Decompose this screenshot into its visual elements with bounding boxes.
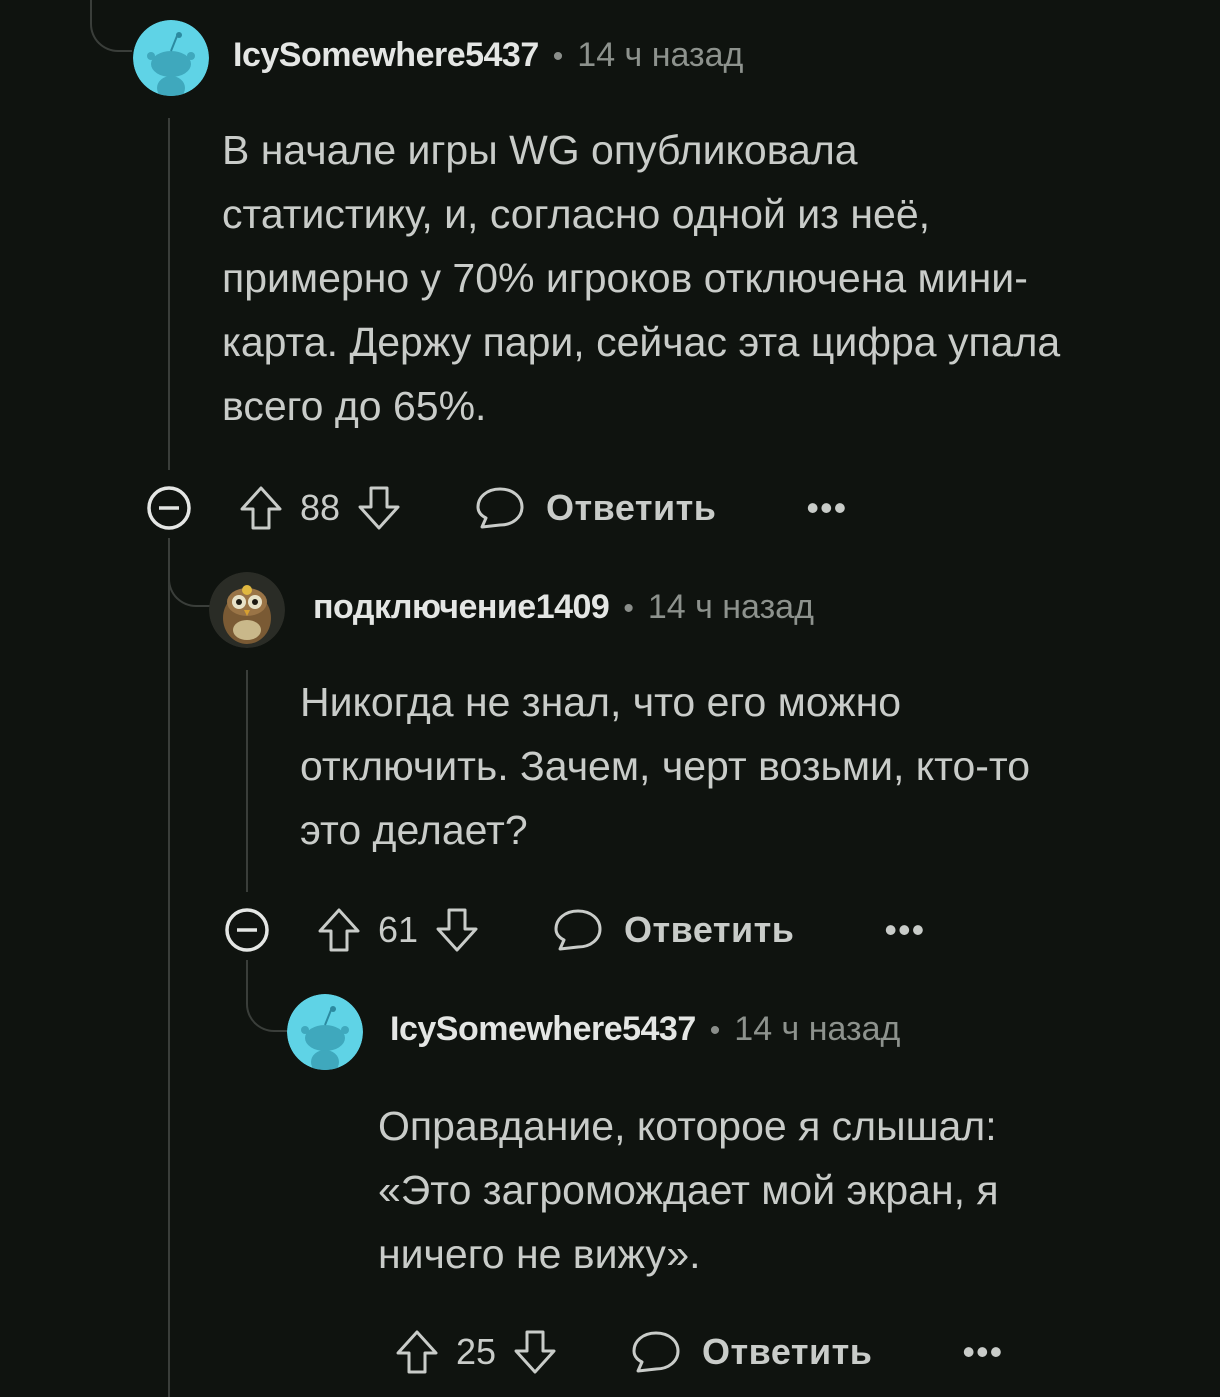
comment-line: всего до 65%.: [222, 383, 487, 429]
reply-label: Ответить: [702, 1331, 873, 1372]
thread-connector: [246, 968, 288, 1032]
thread-line: [168, 538, 170, 1397]
speech-bubble-icon: [632, 1331, 680, 1373]
downvote-button[interactable]: [510, 1327, 560, 1377]
username[interactable]: IcySomewhere5437: [390, 1010, 696, 1049]
thread-line: [246, 670, 248, 892]
comment-meta: подключение1409 • 14 ч назад: [313, 588, 814, 627]
downvote-button[interactable]: [354, 483, 404, 533]
downvote-arrow-icon: [436, 908, 478, 952]
upvote-button[interactable]: [392, 1327, 442, 1377]
username[interactable]: подключение1409: [313, 588, 610, 627]
comment-meta: IcySomewhere5437 • 14 ч назад: [233, 36, 743, 75]
owl-avatar-icon: [209, 572, 285, 648]
downvote-arrow-icon: [358, 486, 400, 530]
username[interactable]: IcySomewhere5437: [233, 36, 539, 75]
comment-line: ничего не вижу».: [378, 1231, 701, 1277]
comment-line: Никогда не знал, что его можно: [300, 679, 902, 725]
timestamp: 14 ч назад: [577, 36, 744, 74]
upvote-arrow-icon: [240, 486, 282, 530]
comment-actions: 88 Ответить •••: [236, 478, 847, 538]
reply-button[interactable]: Ответить: [630, 1327, 872, 1377]
more-options-icon[interactable]: •••: [884, 909, 925, 951]
upvote-button[interactable]: [314, 905, 364, 955]
avatar[interactable]: [287, 994, 363, 1070]
comment-actions: 61 Ответить •••: [314, 900, 925, 960]
comment-line: карта. Держу пари, сейчас эта цифра упал…: [222, 319, 1061, 365]
snoo-avatar-icon: [287, 994, 363, 1070]
upvote-button[interactable]: [236, 483, 286, 533]
comment-body: В начале игры WG опубликовала статистику…: [222, 118, 1152, 438]
comment-meta: IcySomewhere5437 • 14 ч назад: [390, 1010, 900, 1049]
snoo-avatar-icon: [133, 20, 209, 96]
upvote-arrow-icon: [318, 908, 360, 952]
comment-thread: IcySomewhere5437 • 14 ч назад В начале и…: [0, 0, 1220, 1397]
upvote-arrow-icon: [396, 1330, 438, 1374]
thread-connector: [168, 545, 210, 607]
timestamp: 14 ч назад: [647, 588, 814, 626]
comment-line: это делает?: [300, 807, 528, 853]
vote-score: 61: [378, 909, 419, 950]
separator-dot: •: [623, 592, 634, 625]
reply-label: Ответить: [546, 487, 717, 528]
collapse-icon: [225, 908, 269, 952]
reply-button[interactable]: Ответить: [552, 905, 794, 955]
vote-score: 25: [456, 1331, 497, 1372]
reply-button[interactable]: Ответить: [474, 483, 716, 533]
comment-actions: 25 Ответить •••: [392, 1322, 1003, 1382]
avatar[interactable]: [209, 572, 285, 648]
comment-line: отключить. Зачем, черт возьми, кто-то: [300, 743, 1031, 789]
more-options-icon[interactable]: •••: [962, 1331, 1003, 1373]
comment-body: Оправдание, которое я слышал: «Это загро…: [378, 1094, 1178, 1286]
downvote-arrow-icon: [514, 1330, 556, 1374]
thread-line: [168, 118, 170, 470]
comment-line: В начале игры WG опубликовала: [222, 127, 858, 173]
collapse-thread-button[interactable]: [146, 485, 192, 536]
separator-dot: •: [709, 1014, 721, 1047]
speech-bubble-icon: [554, 909, 602, 951]
separator-dot: •: [552, 40, 564, 73]
timestamp: 14 ч назад: [734, 1010, 901, 1048]
collapse-icon: [147, 486, 191, 530]
thread-connector: [90, 0, 132, 52]
comment-line: Оправдание, которое я слышал:: [378, 1103, 997, 1149]
comment-line: «Это загромождает мой экран, я: [378, 1167, 999, 1213]
speech-bubble-icon: [476, 487, 524, 529]
comment-line: примерно у 70% игроков отключена мини-: [222, 255, 1028, 301]
avatar[interactable]: [133, 20, 209, 96]
downvote-button[interactable]: [432, 905, 482, 955]
comment-body: Никогда не знал, что его можно отключить…: [300, 670, 1180, 862]
reply-label: Ответить: [624, 909, 795, 950]
collapse-thread-button[interactable]: [224, 907, 270, 958]
vote-score: 88: [300, 487, 341, 528]
comment-line: статистику, и, согласно одной из неё,: [222, 191, 931, 237]
more-options-icon[interactable]: •••: [806, 487, 847, 529]
